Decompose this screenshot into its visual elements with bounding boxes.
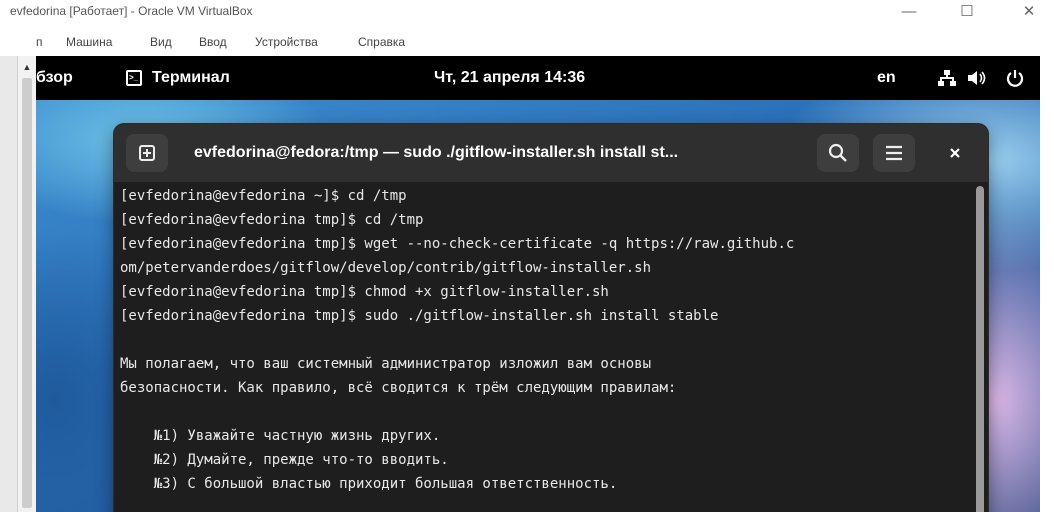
close-button[interactable] <box>934 134 976 172</box>
terminal-line: om/petervanderdoes/gitflow/develop/contr… <box>120 260 652 276</box>
search-button[interactable] <box>817 134 859 172</box>
terminal-line: №2) Думайте, прежде что-то вводить. <box>120 452 449 468</box>
vm-menubar: п Машина Вид Ввод Устройства Справка <box>0 28 1054 56</box>
vm-window-title: evfedorina [Работает] - Oracle VM Virtua… <box>10 4 253 18</box>
volume-icon[interactable] <box>967 56 987 100</box>
vm-scroll-thumb[interactable] <box>22 78 32 508</box>
menu-file[interactable]: п <box>36 28 43 56</box>
activities-button[interactable]: бзор <box>36 56 73 100</box>
terminal-line: [evfedorina@evfedorina tmp]$ cd /tmp <box>120 212 424 228</box>
menu-input[interactable]: Ввод <box>199 28 227 56</box>
vm-window-titlebar: evfedorina [Работает] - Oracle VM Virtua… <box>0 0 1054 28</box>
window-close-button[interactable]: ✕ <box>1006 0 1052 22</box>
hamburger-icon <box>886 145 902 161</box>
close-icon <box>950 148 960 158</box>
menu-view[interactable]: Вид <box>150 28 172 56</box>
menu-help[interactable]: Справка <box>358 28 405 56</box>
terminal-icon: >_ <box>126 70 142 86</box>
guest-screen: бзор >_ Терминал Чт, 21 апреля 14:36 en … <box>36 56 1040 512</box>
gnome-topbar: бзор >_ Терминал Чт, 21 апреля 14:36 en <box>36 56 1040 100</box>
new-tab-icon <box>139 145 155 161</box>
terminal-line: №3) С большой властью приходит большая о… <box>120 476 618 492</box>
network-icon[interactable] <box>938 56 956 100</box>
terminal-headerbar[interactable]: evfedorina@fedora:/tmp — sudo ./gitflow-… <box>114 124 988 182</box>
terminal-line: [evfedorina@evfedorina tmp]$ wget --no-c… <box>120 236 795 252</box>
maximize-button[interactable]: ☐ <box>944 0 990 22</box>
terminal-line: [evfedorina@evfedorina tmp]$ sudo ./gitf… <box>120 308 719 324</box>
terminal-output[interactable]: [evfedorina@evfedorina ~]$ cd /tmp [evfe… <box>114 182 988 512</box>
scroll-up-arrow-icon[interactable]: ▲ <box>18 60 36 74</box>
new-tab-button[interactable] <box>126 134 168 172</box>
terminal-line: [evfedorina@evfedorina tmp]$ chmod +x gi… <box>120 284 609 300</box>
clock[interactable]: Чт, 21 апреля 14:36 <box>434 56 585 100</box>
vm-right-edge <box>1040 56 1054 512</box>
minimize-button[interactable]: — <box>886 0 932 22</box>
power-icon[interactable] <box>1006 56 1024 100</box>
input-language[interactable]: en <box>877 56 896 100</box>
menu-button[interactable] <box>873 134 915 172</box>
vm-scrollbar[interactable]: ▲ <box>18 56 36 512</box>
vm-left-edge <box>0 56 18 512</box>
terminal-window[interactable]: evfedorina@fedora:/tmp — sudo ./gitflow-… <box>114 124 988 512</box>
menu-machine[interactable]: Машина <box>66 28 112 56</box>
app-menu[interactable]: >_ Терминал <box>126 56 230 100</box>
terminal-scrollbar[interactable] <box>974 182 986 512</box>
terminal-scroll-thumb[interactable] <box>976 186 984 512</box>
menu-devices[interactable]: Устройства <box>255 28 318 56</box>
app-name: Терминал <box>152 69 230 86</box>
terminal-line: [evfedorina@evfedorina ~]$ cd /tmp <box>120 188 407 204</box>
search-icon <box>828 143 847 162</box>
terminal-line: Мы полагаем, что ваш системный администр… <box>120 356 652 372</box>
terminal-title: evfedorina@fedora:/tmp — sudo ./gitflow-… <box>194 144 679 161</box>
terminal-text[interactable]: [evfedorina@evfedorina ~]$ cd /tmp [evfe… <box>120 184 794 496</box>
terminal-line: безопасности. Как правило, всё сводится … <box>120 380 677 396</box>
terminal-line: №1) Уважайте частную жизнь других. <box>120 428 441 444</box>
